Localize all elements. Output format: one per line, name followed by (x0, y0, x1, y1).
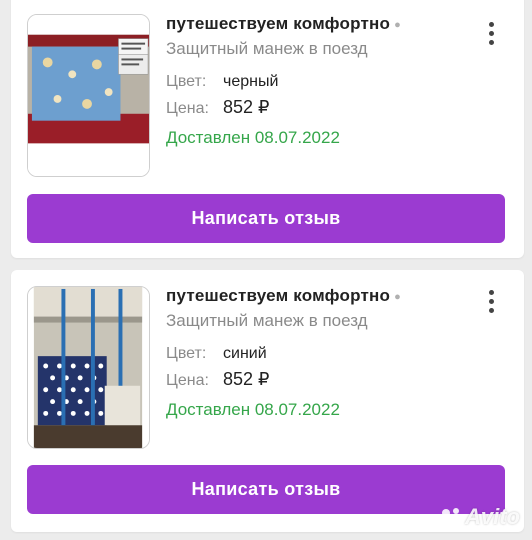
price-row: Цена: 852 ₽ (166, 368, 484, 392)
price-label: Цена: (166, 99, 209, 117)
order-card: путешествуем комфортно ● Защитный манеж в… (11, 0, 524, 258)
seller-name-row: путешествуем комфортно ● (166, 284, 484, 309)
color-value: черный (223, 72, 279, 90)
seller-name[interactable]: путешествуем комфортно (166, 286, 390, 305)
price-row: Цена: 852 ₽ (166, 96, 484, 120)
product-image[interactable] (27, 286, 150, 449)
dot-icon: ● (394, 290, 401, 303)
delivery-status: Доставлен 08.07.2022 (166, 127, 340, 147)
color-value: синий (223, 344, 267, 362)
color-label: Цвет: (166, 344, 207, 362)
dot-icon: ● (394, 18, 401, 31)
order-card: путешествуем комфортно ● Защитный манеж в… (11, 270, 524, 532)
color-label: Цвет: (166, 72, 207, 90)
watermark-text: Avito (465, 504, 520, 529)
avito-logo-icon (429, 508, 459, 527)
more-vertical-icon[interactable] (478, 286, 504, 316)
order-info: путешествуем комфортно ● Защитный манеж в… (166, 12, 484, 150)
product-title[interactable]: Защитный манеж в поезд (166, 309, 484, 333)
color-row: Цвет: черный (166, 71, 484, 93)
train-bunk-image (28, 15, 149, 176)
price-value: 852 ₽ (223, 368, 270, 389)
more-vertical-icon[interactable] (478, 18, 504, 48)
seller-name[interactable]: путешествуем комфортно (166, 14, 390, 33)
avito-watermark: Avito (427, 504, 520, 530)
price-label: Цена: (166, 371, 209, 389)
product-title[interactable]: Защитный манеж в поезд (166, 37, 484, 61)
price-value: 852 ₽ (223, 96, 270, 117)
product-image[interactable] (27, 14, 150, 177)
order-list: путешествуем комфортно ● Защитный манеж в… (0, 0, 532, 540)
delivery-status: Доставлен 08.07.2022 (166, 399, 340, 419)
order-info: путешествуем комфортно ● Защитный манеж в… (166, 284, 484, 422)
write-review-button[interactable]: Написать отзыв (27, 194, 505, 243)
seller-name-row: путешествуем комфортно ● (166, 12, 484, 37)
color-row: Цвет: синий (166, 343, 484, 365)
train-bunk-image (28, 287, 149, 448)
